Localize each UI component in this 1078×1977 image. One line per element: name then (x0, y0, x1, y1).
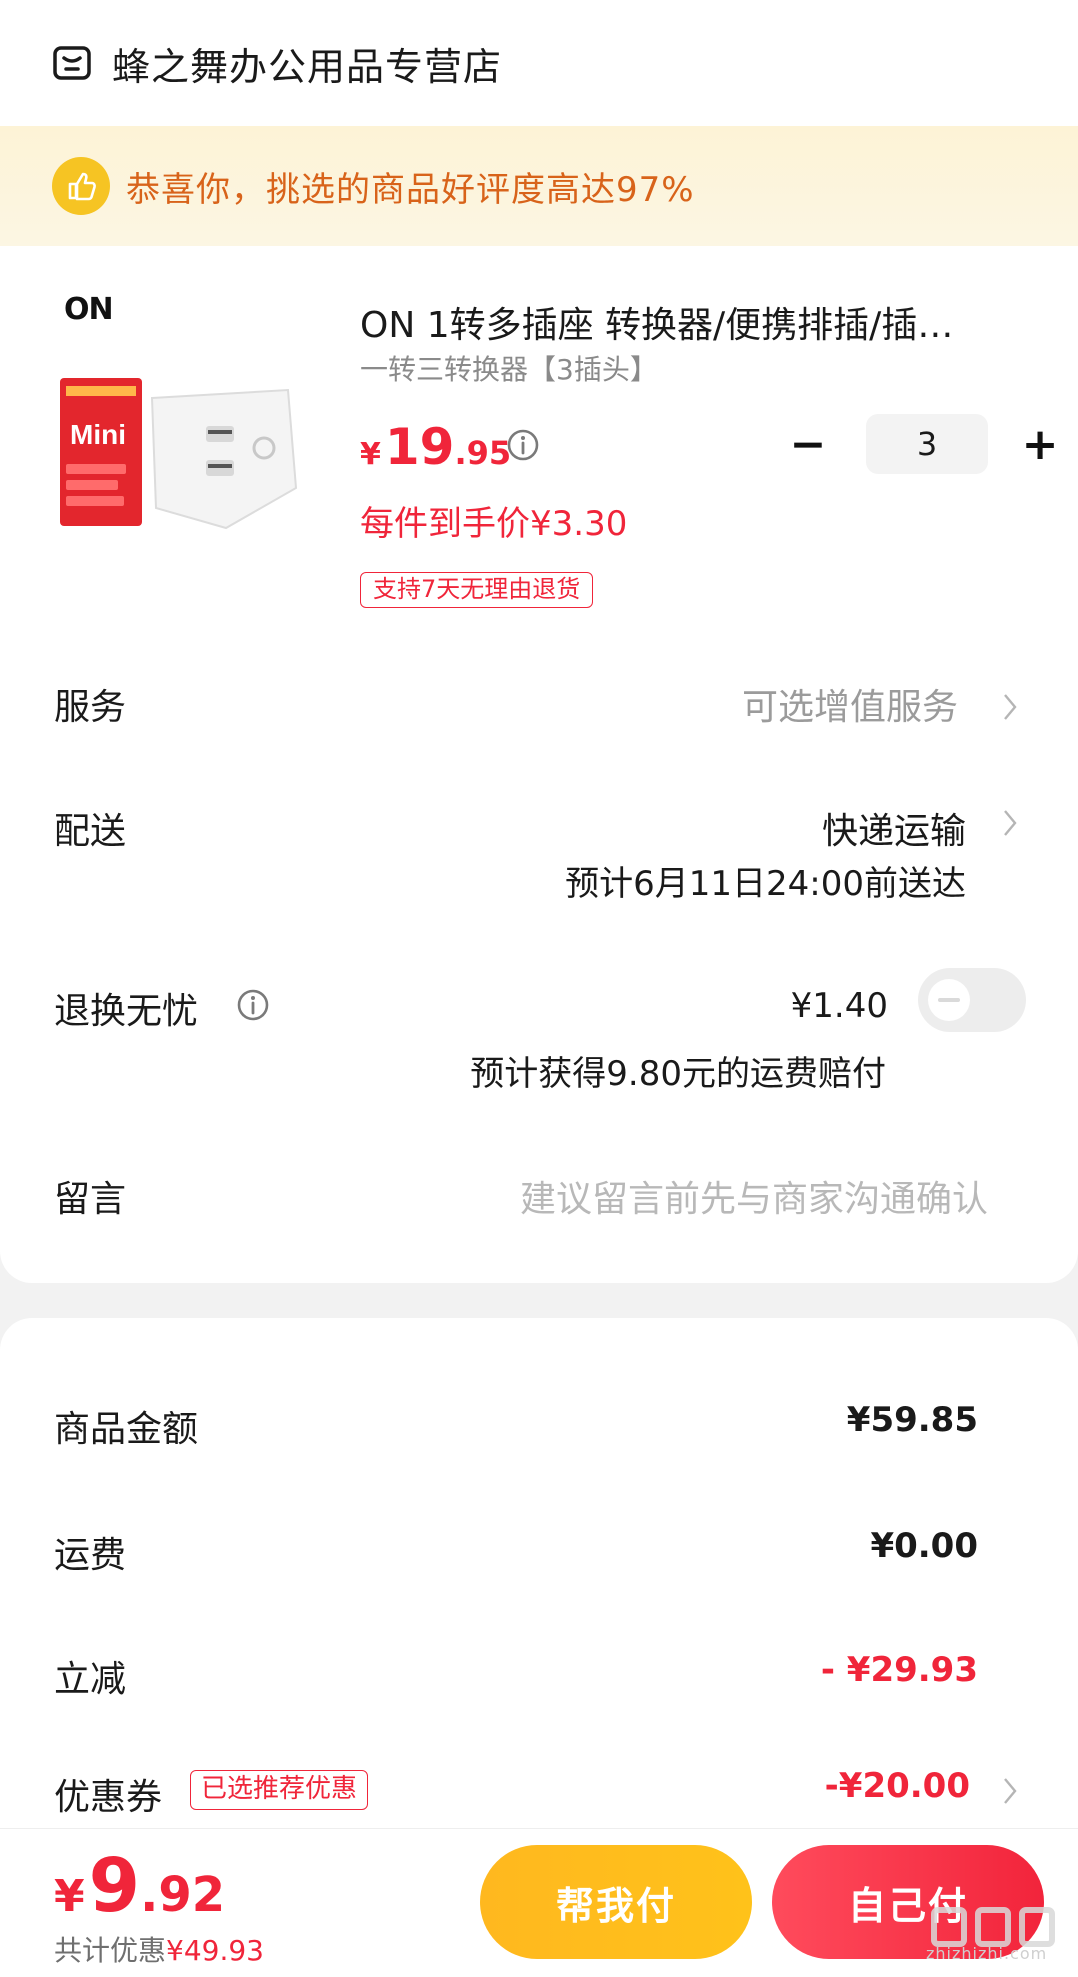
coupon-recommended-tag: 已选推荐优惠 (190, 1770, 369, 1810)
toggle-knob (928, 979, 970, 1021)
return-insurance-price: ¥1.40 (790, 986, 888, 1026)
price-currency: ¥ (360, 437, 381, 472)
coupon-value[interactable]: -¥20.00 (825, 1766, 970, 1806)
decrease-quantity-button[interactable]: − (780, 416, 836, 472)
watermark-text: zhizhizhi.com (926, 1944, 1048, 1963)
instant-discount-label: 立减 (54, 1659, 127, 1700)
price-integer: 19 (384, 418, 455, 476)
return-insurance-toggle[interactable] (918, 968, 1026, 1032)
service-label: 服务 (54, 687, 127, 728)
price-decimal: .95 (454, 434, 512, 472)
rating-banner: 恭喜你，挑选的商品好评度高达97% (0, 126, 1078, 246)
return-insurance-note: 预计获得9.80元的运费赔付 (470, 1054, 886, 1094)
product-image-label: Mini (70, 419, 126, 450)
order-card: 蜂之舞办公用品专营店 恭喜你，挑选的商品好评度高达97% ON Mini ON … (0, 0, 1078, 1283)
product-price: ¥ 19 .95 (360, 418, 511, 476)
delivery-method[interactable]: 快递运输 (822, 802, 966, 854)
return-insurance-label: 退换无忧 (54, 991, 199, 1032)
price-info-icon[interactable] (506, 428, 540, 462)
return-insurance-info-icon[interactable] (236, 988, 270, 1022)
chevron-right-icon[interactable] (1002, 1776, 1018, 1806)
increase-quantity-button[interactable]: + (1012, 416, 1068, 472)
service-value[interactable]: 可选增值服务 (742, 678, 958, 730)
coupon-label: 优惠券 (54, 1777, 163, 1818)
banner-text: 恭喜你，挑选的商品好评度高达97% (126, 169, 695, 210)
shipping-value: ¥0.00 (870, 1526, 978, 1566)
message-label: 留言 (54, 1179, 127, 1220)
help-pay-button[interactable]: 帮我付 (480, 1845, 752, 1959)
total-saved-value: ¥49.93 (166, 1934, 264, 1967)
delivery-label: 配送 (54, 811, 127, 852)
instant-discount-value: - ¥29.93 (820, 1650, 978, 1690)
total-decimal: .92 (140, 1867, 226, 1923)
store-header[interactable]: 蜂之舞办公用品专营店 (0, 0, 1078, 126)
delivery-eta: 预计6月11日24:00前送达 (565, 864, 966, 904)
quantity-input[interactable] (866, 414, 988, 474)
chevron-right-icon[interactable] (1002, 692, 1018, 722)
message-input[interactable]: 建议留言前先与商家沟通确认 (520, 1170, 988, 1222)
total-currency: ¥ (54, 1871, 85, 1922)
store-icon (53, 46, 91, 80)
quantity-stepper: − + (780, 414, 1068, 474)
total-price: ¥ 9 .92 (54, 1843, 225, 1929)
shipping-label: 运费 (54, 1535, 127, 1576)
product-spec[interactable]: 一转三转换器【3插头】 (360, 348, 658, 388)
chevron-right-icon[interactable] (1002, 808, 1018, 838)
return-policy-tag: 支持7天无理由退货 (360, 572, 594, 608)
unit-price: 每件到手价¥3.30 (360, 504, 628, 544)
checkout-footer: ¥ 9 .92 共计优惠¥49.93 帮我付 自己付 (0, 1828, 1078, 1977)
total-saved-label: 共计优惠 (54, 1934, 167, 1967)
goods-amount-value: ¥59.85 (846, 1400, 978, 1440)
product-image[interactable]: Mini (56, 368, 304, 538)
product-title[interactable]: ON 1转多插座 转换器/便携排插/插… (360, 296, 1020, 348)
total-integer: 9 (88, 1843, 141, 1929)
store-name: 蜂之舞办公用品专营店 (112, 44, 503, 89)
brand-logo: ON (64, 292, 114, 327)
total-saved: 共计优惠¥49.93 (54, 1929, 264, 1969)
thumbs-up-icon (52, 157, 110, 215)
goods-amount-label: 商品金额 (54, 1409, 199, 1450)
